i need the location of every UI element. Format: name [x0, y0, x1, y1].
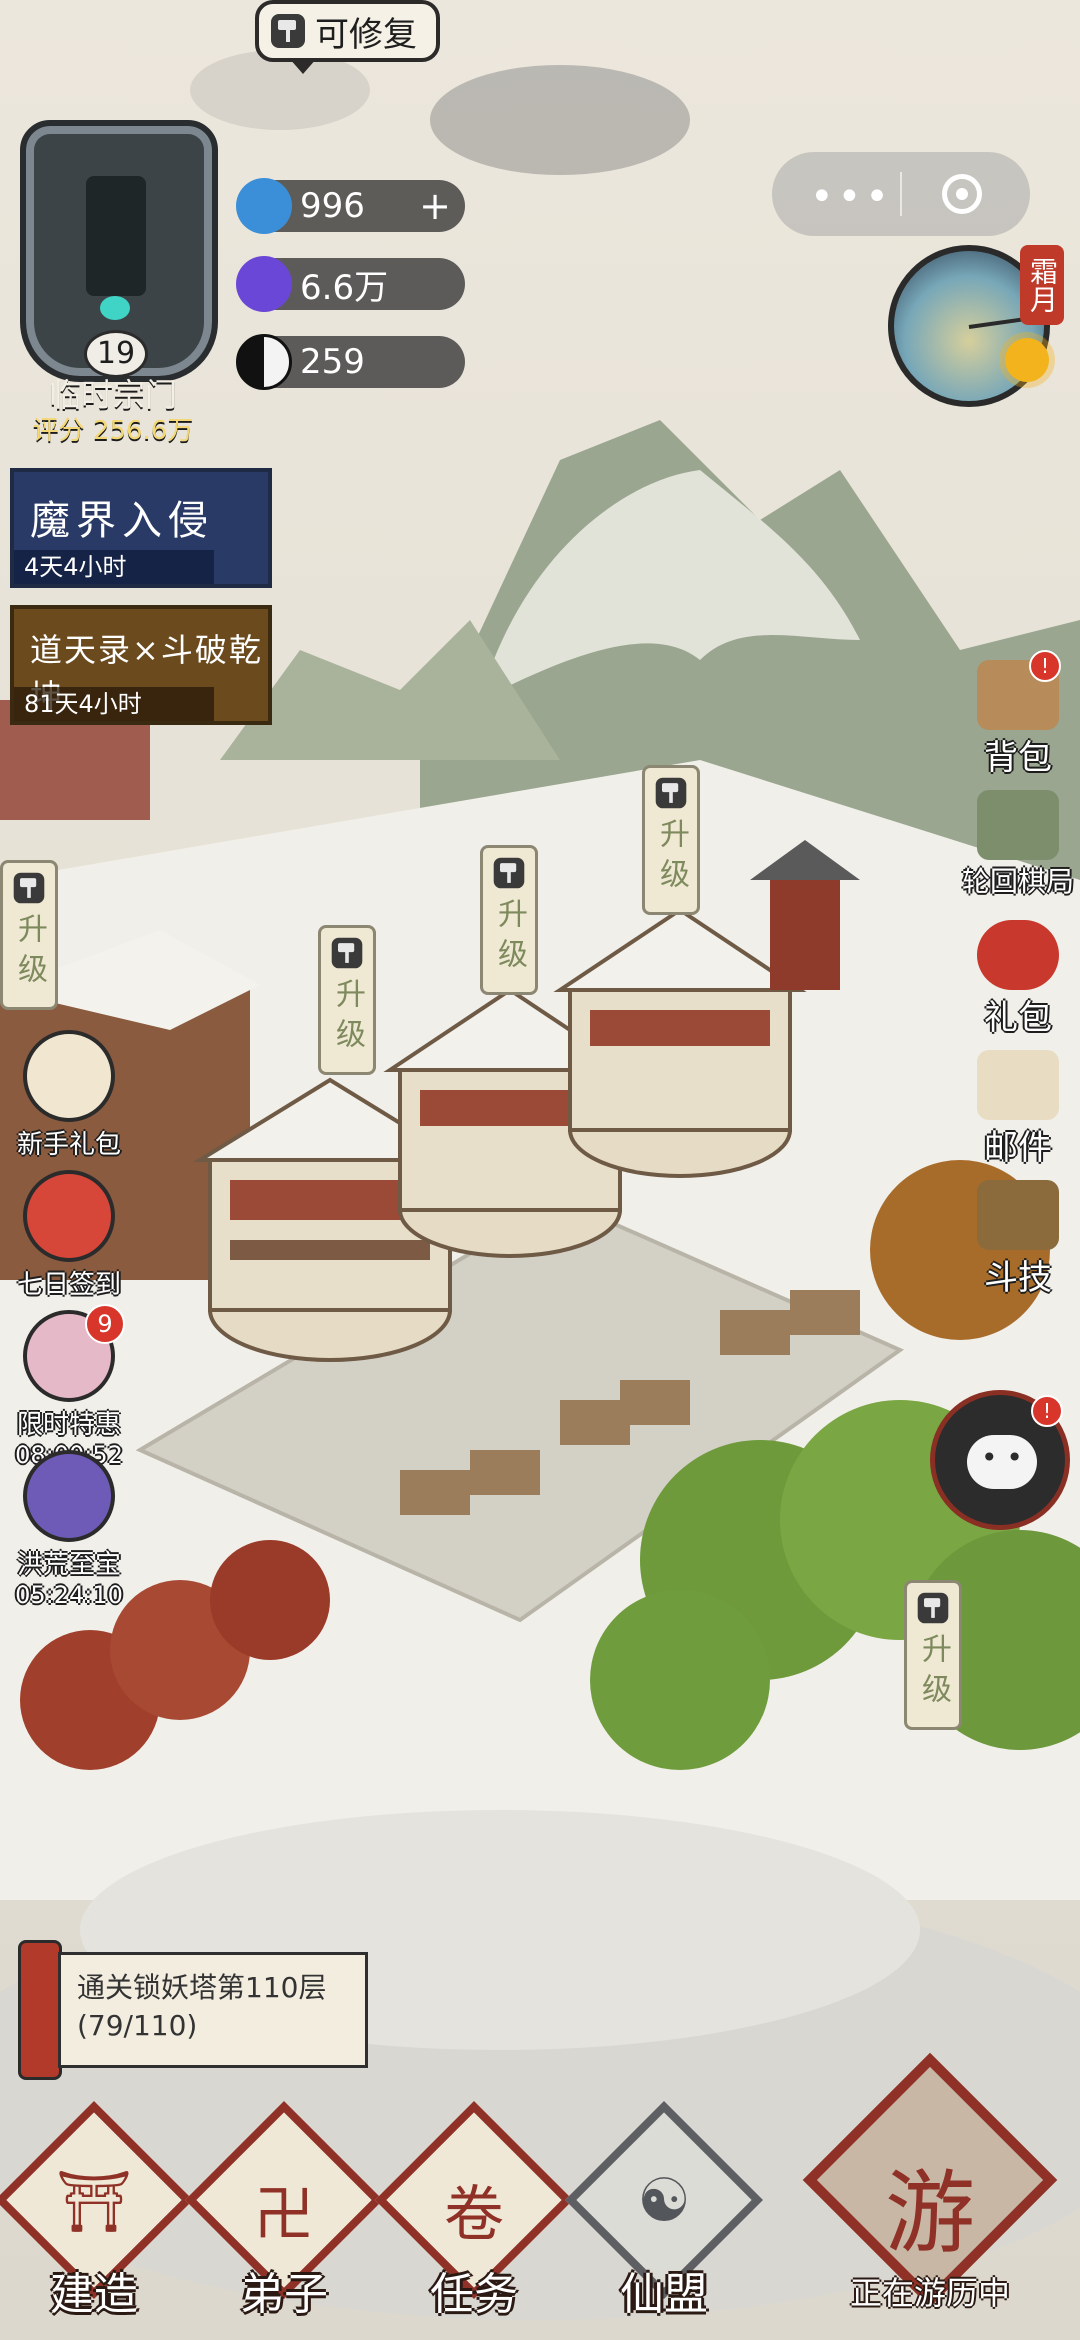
capsule-divider: [900, 172, 902, 216]
menu-arena[interactable]: 斗技: [956, 1180, 1080, 1299]
disciple-icon: 卍: [254, 2180, 314, 2250]
event-banner-collab[interactable]: 道天录×斗破乾坤 81天4小时: [10, 605, 272, 725]
promo-treasure[interactable]: 洪荒至宝 05:24:10: [14, 1450, 124, 1609]
upgrade-tag[interactable]: 升级: [480, 845, 538, 995]
scroll-icon: 卷: [444, 2180, 504, 2250]
scroll-rod: [18, 1940, 62, 2080]
target-icon[interactable]: [942, 174, 982, 214]
hammer-icon: [493, 857, 525, 889]
event-timer: 4天4小时: [14, 550, 214, 584]
yin-yang-icon: ☯: [637, 2166, 691, 2236]
month-tag: 霜月: [1020, 245, 1064, 325]
promo-timer: 05:24:10: [15, 1581, 123, 1609]
nav-label: 仙盟: [620, 2269, 708, 2320]
promo-limited-offer[interactable]: 9 限时特惠 08:00:52: [14, 1304, 125, 1469]
currency-spirit-coin[interactable]: 996 +: [236, 178, 465, 234]
mini-program-capsule: •••: [772, 152, 1030, 236]
hammer-icon: [655, 777, 687, 809]
crystal-icon: [236, 256, 292, 312]
travel-status: 正在游历中: [849, 2274, 1010, 2312]
nav-alliance[interactable]: ☯ 仙盟: [565, 2101, 763, 2330]
calendar-icon: [23, 1170, 115, 1262]
currency-value: 6.6万: [300, 267, 389, 308]
chat-button[interactable]: !: [930, 1390, 1070, 1530]
travel-icon: 游: [885, 2161, 975, 2266]
sect-badge[interactable]: 19 临时宗门 评分 256.6万: [8, 120, 218, 446]
hammer-icon: [13, 872, 45, 904]
nav-build[interactable]: ⛩ 建造: [0, 2101, 193, 2330]
nav-label: 任务: [430, 2269, 518, 2320]
promo-label: 七日签到: [16, 1270, 121, 1300]
limited-offer-icon: 9: [23, 1304, 125, 1402]
event-banner-demon-invasion[interactable]: 魔界入侵 4天4小时: [10, 468, 272, 588]
alert-badge: !: [1031, 1395, 1063, 1427]
chessboard-icon: [977, 790, 1059, 860]
promo-newbie-gift[interactable]: 新手礼包: [14, 1030, 124, 1161]
menu-label: 邮件: [984, 1128, 1052, 1168]
notification-badge: 9: [85, 1304, 125, 1344]
quest-text: 通关锁妖塔第110层(79/110): [58, 1952, 368, 2068]
backpack-icon: !: [977, 650, 1061, 730]
menu-label: 斗技: [984, 1258, 1052, 1298]
menu-backpack[interactable]: ! 背包: [956, 650, 1080, 779]
nav-tasks[interactable]: 卷 任务: [375, 2101, 573, 2330]
promo-label: 洪荒至宝: [16, 1550, 121, 1580]
gift-bag-icon: [977, 920, 1059, 990]
nav-disciples[interactable]: 卍 弟子: [185, 2101, 383, 2330]
more-dots-icon[interactable]: •••: [810, 174, 893, 220]
crossed-swords-icon: [977, 1180, 1059, 1250]
nav-label: 建造: [50, 2269, 138, 2320]
currency-yin-yang[interactable]: 259: [236, 334, 465, 390]
upgrade-label: 升级: [330, 978, 365, 1058]
upgrade-label: 升级: [12, 913, 47, 993]
sun-icon: [1005, 338, 1049, 382]
building-icon: ⛩: [55, 2167, 133, 2237]
mail-icon: [977, 1050, 1059, 1120]
treasure-icon: [23, 1450, 115, 1542]
quest-tracker[interactable]: 通关锁妖塔第110层(79/110): [18, 1940, 368, 2080]
promo-label: 限时特惠: [16, 1410, 121, 1440]
upgrade-tag[interactable]: 升级: [642, 765, 700, 915]
menu-mail[interactable]: 邮件: [956, 1050, 1080, 1169]
gift-character-icon: [23, 1030, 115, 1122]
menu-gift-pack[interactable]: 礼包: [956, 920, 1080, 1039]
sect-score: 评分 256.6万: [32, 416, 194, 446]
currency-crystal[interactable]: 6.6万: [236, 256, 465, 312]
upgrade-label: 升级: [654, 818, 689, 898]
promo-7day-signin[interactable]: 七日签到: [14, 1170, 124, 1301]
menu-chess[interactable]: 轮回棋局: [956, 790, 1080, 900]
hammer-icon: [271, 14, 305, 48]
yin-yang-icon: [236, 334, 292, 390]
hammer-icon: [917, 1592, 949, 1624]
repair-label: 可修复: [315, 14, 417, 55]
menu-label: 礼包: [984, 998, 1052, 1038]
upgrade-label: 升级: [916, 1633, 951, 1713]
upgrade-tag[interactable]: 升级: [318, 925, 376, 1075]
menu-label: 轮回棋局: [961, 865, 1074, 898]
currency-value: 996: [300, 186, 365, 226]
promo-label: 新手礼包: [16, 1130, 121, 1160]
nav-label: 弟子: [240, 2269, 328, 2320]
alert-badge: !: [1029, 650, 1061, 682]
repair-tag[interactable]: 可修复: [255, 0, 440, 74]
upgrade-tag[interactable]: 升级: [0, 860, 58, 1010]
menu-label: 背包: [984, 738, 1052, 778]
upgrade-label: 升级: [492, 898, 527, 978]
spirit-coin-icon: [236, 178, 292, 234]
upgrade-tag[interactable]: 升级: [904, 1580, 962, 1730]
event-timer: 81天4小时: [14, 687, 214, 721]
event-title: 魔界入侵: [30, 498, 214, 544]
hammer-icon: [331, 937, 363, 969]
travel-button[interactable]: 游 正在游历中: [800, 2052, 1060, 2340]
add-currency-button[interactable]: +: [419, 184, 451, 228]
currency-value: 259: [300, 342, 365, 382]
